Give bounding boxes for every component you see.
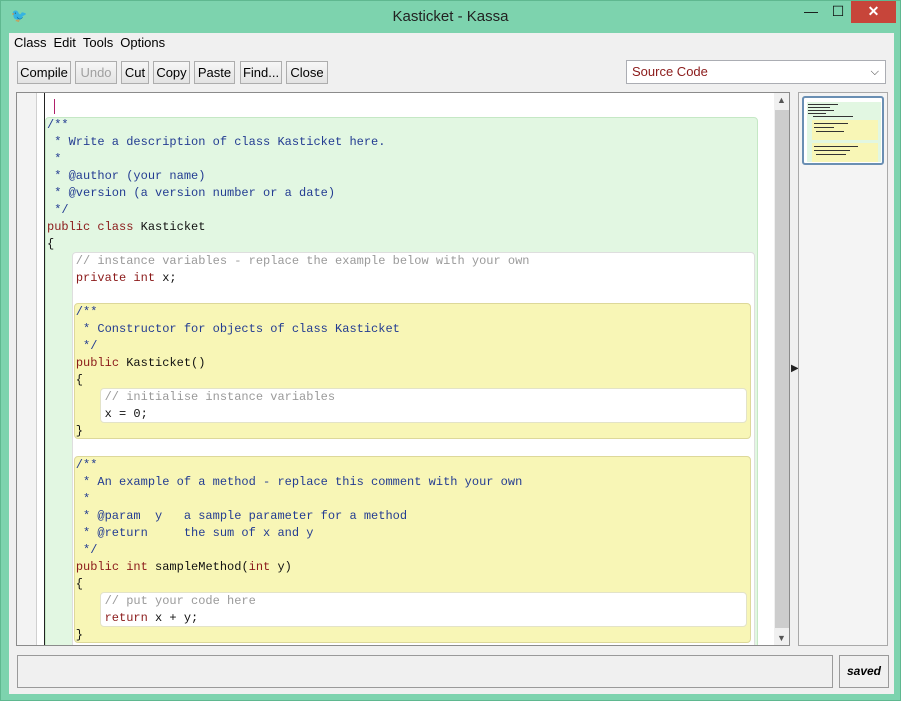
close-window-button[interactable]: ✕ <box>851 1 896 23</box>
nav-text-line <box>808 113 826 114</box>
nav-text-line <box>814 150 850 151</box>
scrollbar-thumb[interactable] <box>775 110 789 628</box>
code-line[interactable]: * Write a description of class Kasticket… <box>47 134 385 151</box>
menu-class[interactable]: Class <box>9 33 49 50</box>
code-line[interactable]: * <box>47 491 90 508</box>
editor-window: 🐦 Kasticket - Kassa — ☐ ✕ Class Edit Tools… <box>0 0 901 701</box>
nav-text-line <box>808 110 834 111</box>
code-line[interactable]: { <box>47 236 54 253</box>
view-select[interactable]: Source Code ⌵ <box>626 60 886 84</box>
code-line[interactable]: * @return the sum of x and y <box>47 525 313 542</box>
code-line[interactable]: * Constructor for objects of class Kasti… <box>47 321 400 338</box>
find-button[interactable]: Find... <box>240 61 282 84</box>
title-bar[interactable]: 🐦 Kasticket - Kassa — ☐ ✕ <box>1 1 900 33</box>
menu-options[interactable]: Options <box>115 33 167 50</box>
scroll-down-icon[interactable]: ▼ <box>777 633 786 643</box>
code-line[interactable]: public int sampleMethod(int y) <box>47 559 292 576</box>
code-line[interactable]: * @version (a version number or a date) <box>47 185 335 202</box>
nav-text-line <box>816 131 844 132</box>
code-line[interactable]: x = 0; <box>47 406 148 423</box>
chevron-down-icon: ⌵ <box>870 66 879 78</box>
code-line[interactable]: { <box>47 372 83 389</box>
nav-text-line <box>814 127 834 128</box>
nav-text-line <box>808 104 838 105</box>
line-gutter[interactable] <box>17 93 37 645</box>
nav-text-line <box>814 146 858 147</box>
code-line[interactable]: /** <box>47 457 98 474</box>
text-caret <box>54 99 55 114</box>
code-line[interactable]: */ <box>47 542 97 559</box>
close-button[interactable]: Close <box>286 61 328 84</box>
editor-area: /** * Write a description of class Kasti… <box>9 91 894 647</box>
view-select-value: Source Code <box>632 64 708 79</box>
code-line[interactable]: { <box>47 576 83 593</box>
menu-tools[interactable]: Tools <box>78 33 115 50</box>
code-line[interactable]: /** <box>47 304 98 321</box>
code-line[interactable]: */ <box>47 338 97 355</box>
code-line[interactable]: */ <box>47 202 68 219</box>
code-line[interactable]: return x + y; <box>47 610 199 627</box>
code-editor[interactable]: /** * Write a description of class Kasti… <box>16 92 790 646</box>
code-line[interactable]: } <box>47 627 83 644</box>
undo-button[interactable]: Undo <box>75 61 117 84</box>
code-line[interactable]: * @author (your name) <box>47 168 205 185</box>
code-line[interactable]: * <box>47 151 61 168</box>
code-line[interactable]: * An example of a method - replace this … <box>47 474 522 491</box>
nav-text-line <box>808 107 830 108</box>
toolbar: Compile Undo Cut Copy Paste Find... Clos… <box>9 53 894 91</box>
copy-button[interactable]: Copy <box>153 61 190 84</box>
minimize-button[interactable]: — <box>797 1 825 23</box>
navigation-view[interactable] <box>798 92 888 646</box>
code-line[interactable]: public Kasticket() <box>47 355 206 372</box>
scroll-up-icon[interactable]: ▲ <box>777 95 786 105</box>
code-line[interactable]: // instance variables - replace the exam… <box>47 253 530 270</box>
navigation-viewport[interactable] <box>802 96 884 165</box>
code-line[interactable]: } <box>47 423 83 440</box>
code-line[interactable]: /** <box>47 117 69 134</box>
code-line[interactable]: // initialise instance variables <box>47 389 335 406</box>
nav-text-line <box>813 116 853 117</box>
code-line[interactable]: * @param y a sample parameter for a meth… <box>47 508 407 525</box>
nav-text-line <box>816 154 846 155</box>
compile-button[interactable]: Compile <box>17 61 71 84</box>
paste-button[interactable]: Paste <box>194 61 235 84</box>
maximize-button[interactable]: ☐ <box>825 1 851 23</box>
cut-button[interactable]: Cut <box>121 61 149 84</box>
code-line[interactable]: // put your code here <box>47 593 256 610</box>
saved-indicator: saved <box>839 655 889 688</box>
nav-text-line <box>814 123 848 124</box>
code-line[interactable]: private int x; <box>47 270 177 287</box>
vertical-scrollbar[interactable]: ▲ ▼ <box>774 93 789 645</box>
window-title: Kasticket - Kassa <box>392 8 509 25</box>
menu-edit[interactable]: Edit <box>49 33 78 50</box>
code-line[interactable]: public class Kasticket <box>47 219 205 236</box>
status-bar: saved <box>9 647 894 694</box>
menu-bar: Class Edit Tools Options <box>9 33 894 53</box>
status-message <box>17 655 833 688</box>
